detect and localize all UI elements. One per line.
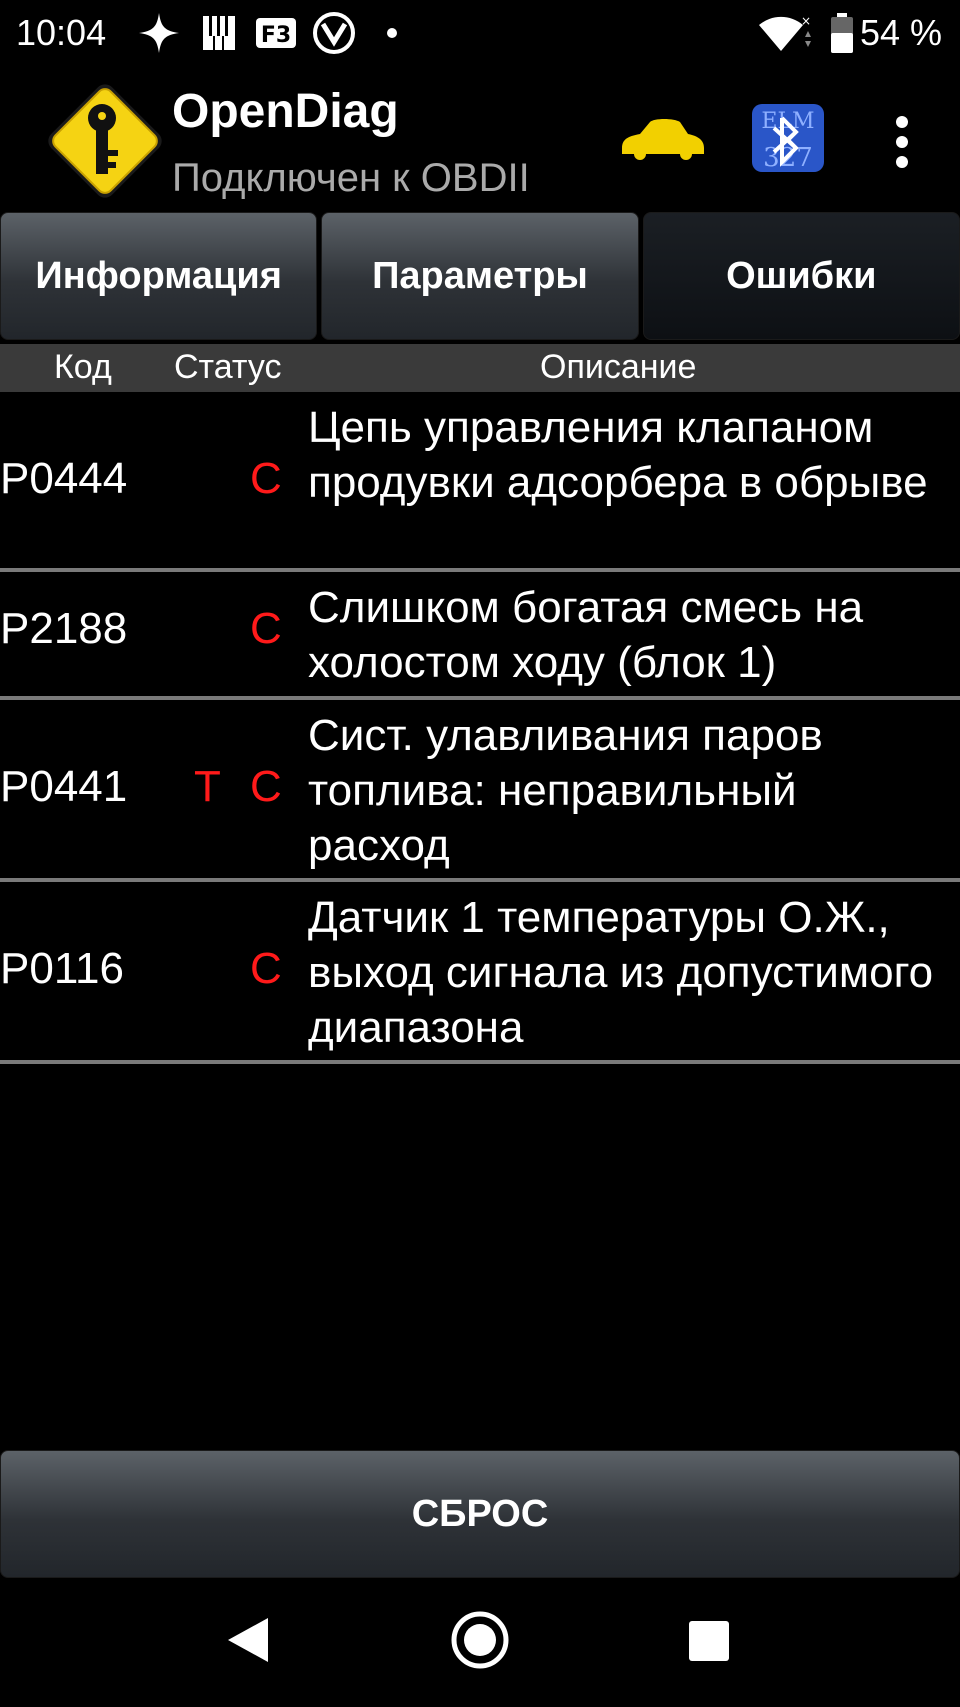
navigation-bar	[0, 1578, 960, 1707]
dot-icon	[384, 10, 400, 56]
connection-status: Подключен к OBDII	[172, 156, 530, 200]
table-row[interactable]: P0444 C Цепь управления клапаном продувк…	[0, 392, 960, 572]
tab-errors[interactable]: Ошибки	[642, 212, 960, 340]
app-title: OpenDiag	[172, 85, 399, 138]
status-c: C	[250, 944, 282, 993]
header-description: Описание	[540, 348, 697, 386]
key-logo-icon	[40, 76, 170, 206]
table-row[interactable]: P0116 C Датчик 1 температуры О.Ж., выход…	[0, 882, 960, 1064]
elm327-bluetooth-icon[interactable]: ELM 327	[752, 104, 824, 173]
header-code: Код	[54, 348, 112, 386]
wifi-icon: ×	[756, 10, 812, 56]
error-code: P0444	[0, 454, 128, 503]
error-description: Цепь управления клапаном продувки адсорб…	[308, 403, 928, 507]
battery-icon	[830, 10, 854, 56]
clock: 10:04	[16, 12, 107, 53]
reset-button[interactable]: СБРОС	[0, 1450, 960, 1578]
status-c: C	[250, 762, 282, 811]
sparkle-icon	[136, 10, 182, 56]
tab-info[interactable]: Информация	[0, 212, 318, 340]
f3-app-icon: F3	[256, 10, 296, 56]
error-code: P0116	[0, 944, 124, 993]
piano-app-icon	[200, 10, 238, 56]
error-code: P0441	[0, 762, 128, 811]
home-icon[interactable]	[450, 1610, 510, 1670]
error-description: Слишком богатая смесь на холостом ходу (…	[308, 583, 864, 687]
car-icon[interactable]	[618, 116, 706, 162]
back-icon[interactable]	[226, 1616, 270, 1664]
app-bar: OpenDiag Подключен к OBDII ELM 327	[0, 70, 960, 208]
status-t: T	[194, 762, 221, 811]
error-code: P2188	[0, 604, 128, 653]
tab-parameters[interactable]: Параметры	[321, 212, 639, 340]
battery-percent: 54 %	[859, 12, 942, 53]
tab-bar: Информация Параметры Ошибки	[0, 212, 960, 340]
recents-icon[interactable]	[688, 1620, 730, 1662]
overflow-menu-icon[interactable]	[880, 112, 924, 172]
status-c: C	[250, 604, 282, 653]
svg-text:F3: F3	[261, 23, 291, 48]
table-row[interactable]: P0441 T C Сист. улавливания паров топлив…	[0, 700, 960, 882]
header-status: Статус	[174, 348, 282, 386]
status-bar: 10:04 F3 × 54 %	[0, 0, 960, 70]
error-description: Сист. улавливания паров топлива: неправи…	[308, 711, 823, 870]
svg-text:×: ×	[801, 14, 811, 28]
status-c: C	[250, 454, 282, 503]
table-header: Код Статус Описание	[0, 344, 960, 392]
table-row[interactable]: P2188 C Слишком богатая смесь на холосто…	[0, 572, 960, 700]
error-list: P0444 C Цепь управления клапаном продувк…	[0, 392, 960, 1064]
v-app-icon	[312, 10, 356, 56]
error-description: Датчик 1 температуры О.Ж., выход сигнала…	[308, 893, 934, 1052]
